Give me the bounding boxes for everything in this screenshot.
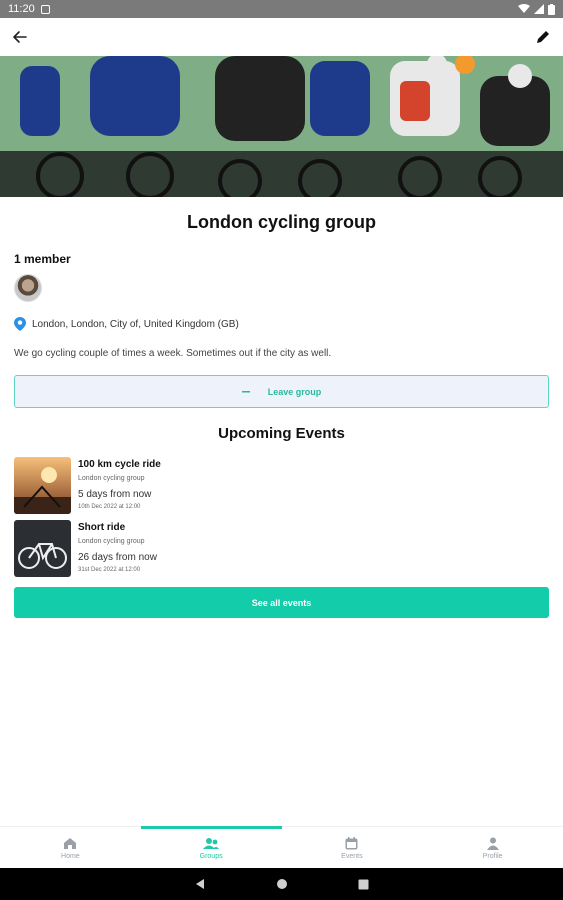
battery-icon — [548, 3, 555, 15]
status-bar: 11:20 — [0, 0, 563, 18]
location-text: London, London, City of, United Kingdom … — [32, 318, 239, 330]
person-icon — [486, 837, 499, 850]
status-time: 11:20 — [8, 3, 35, 15]
cyclists-photo — [0, 56, 563, 197]
bottom-navigation: Home Groups Events Profile — [0, 826, 563, 869]
back-arrow-icon[interactable] — [10, 27, 30, 47]
event-thumbnail-cycle-ride — [14, 457, 71, 514]
system-navigation-bar — [0, 868, 563, 900]
location-pin-icon — [14, 317, 26, 331]
members-count: 1 member — [14, 252, 71, 266]
event-item[interactable]: Short ride London cycling group 26 days … — [14, 520, 549, 578]
event-item[interactable]: 100 km cycle ride London cycling group 5… — [14, 457, 549, 515]
member-avatar[interactable] — [14, 274, 42, 302]
minus-icon — [241, 390, 250, 392]
wifi-icon — [518, 4, 530, 13]
home-circle-icon[interactable] — [276, 878, 288, 890]
notification-icon — [40, 4, 50, 14]
nav-item-profile[interactable]: Profile — [422, 827, 563, 869]
edit-pencil-icon[interactable] — [533, 27, 553, 47]
group-cover-image — [0, 56, 563, 197]
nav-item-events[interactable]: Events — [282, 827, 423, 869]
event-relative-time: 5 days from now — [78, 489, 152, 500]
home-icon — [64, 837, 77, 849]
leave-group-label: Leave group — [267, 386, 322, 397]
event-relative-time: 26 days from now — [78, 552, 157, 563]
group-title: London cycling group — [187, 212, 376, 232]
event-date: 10th Dec 2022 at 12:00 — [78, 504, 141, 510]
event-name: 100 km cycle ride — [78, 459, 161, 470]
back-triangle-icon[interactable] — [194, 878, 206, 890]
nav-label-profile: Profile — [482, 852, 503, 860]
see-all-events-button[interactable]: See all events — [14, 587, 549, 618]
nav-item-home[interactable]: Home — [0, 827, 141, 869]
recents-square-icon[interactable] — [358, 879, 369, 890]
nav-item-groups[interactable]: Groups — [140, 826, 282, 869]
event-date: 31st Dec 2022 at 12:00 — [78, 567, 141, 573]
signal-icon — [534, 4, 544, 14]
nav-label-home: Home — [61, 852, 80, 860]
event-group: London cycling group — [78, 475, 145, 482]
groups-icon — [203, 837, 220, 849]
app-bar — [0, 18, 563, 56]
upcoming-events-heading: Upcoming Events — [218, 425, 345, 442]
nav-label-events: Events — [341, 852, 363, 860]
leave-group-button[interactable]: Leave group — [14, 375, 549, 408]
group-location: London, London, City of, United Kingdom … — [14, 317, 239, 331]
group-description: We go cycling couple of times a week. So… — [14, 348, 332, 359]
event-group: London cycling group — [78, 538, 145, 545]
calendar-icon — [345, 836, 358, 849]
event-name: Short ride — [78, 522, 126, 533]
event-thumbnail-bicycle — [14, 520, 71, 577]
nav-label-groups: Groups — [199, 852, 223, 860]
